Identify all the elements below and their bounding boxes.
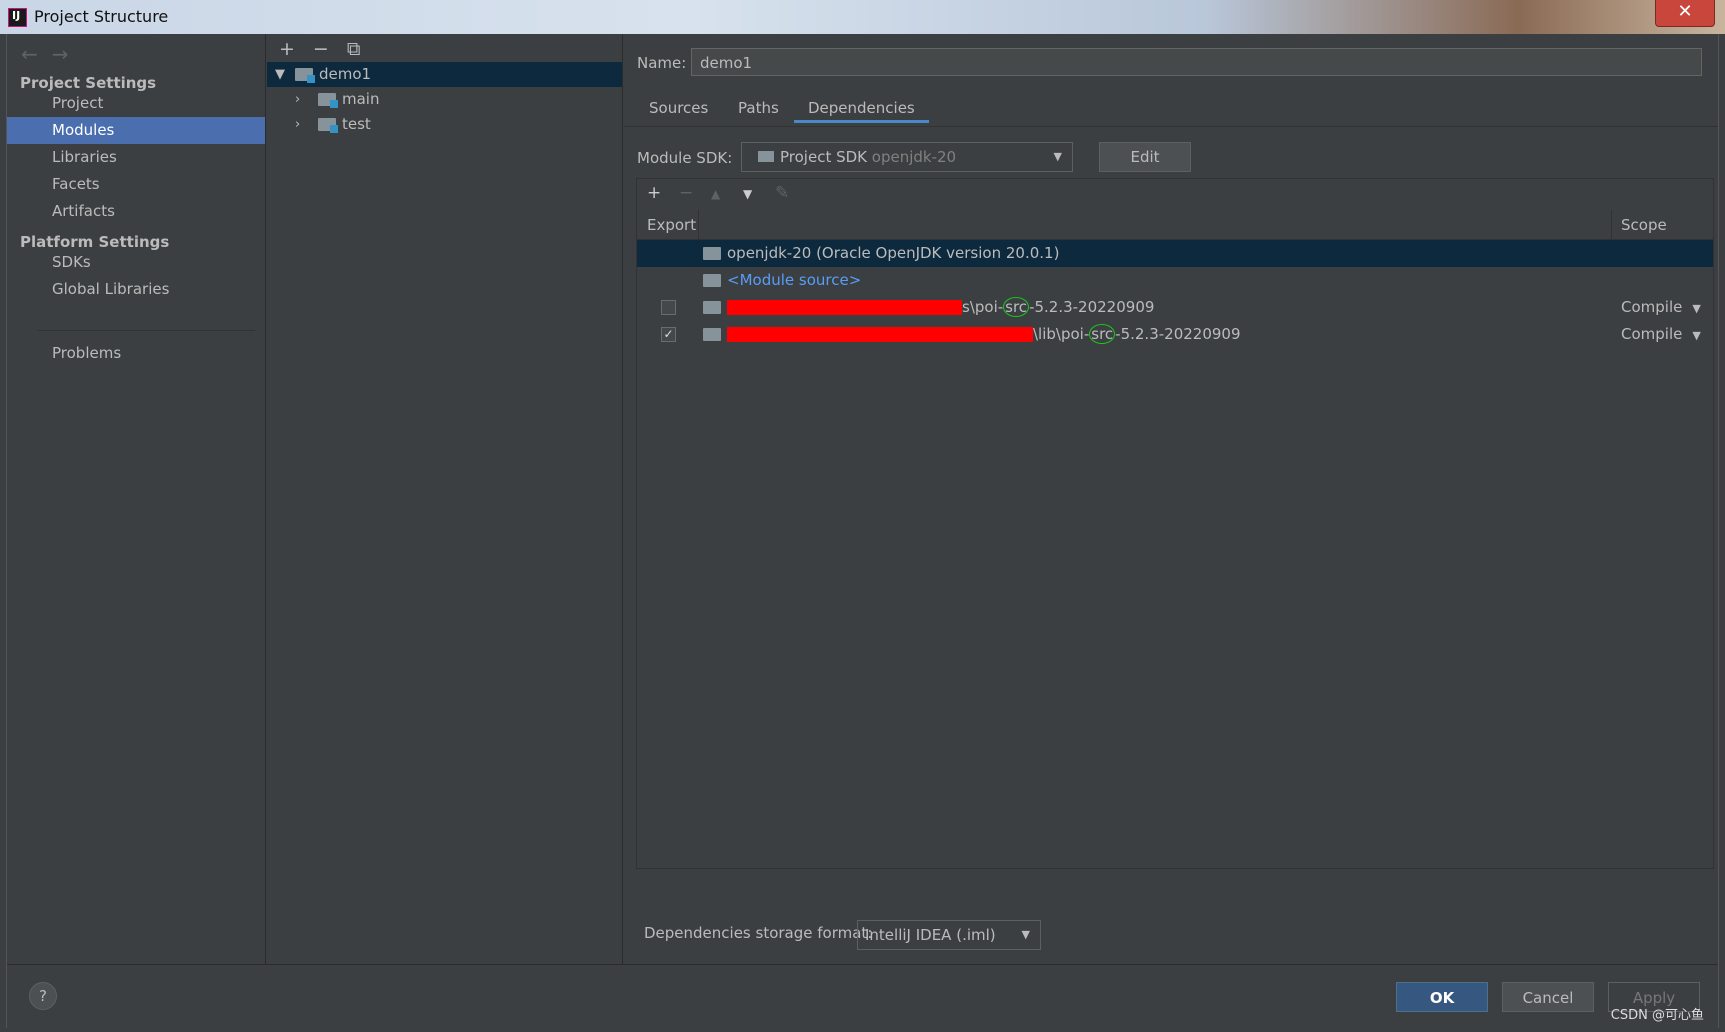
window-titlebar: IJ Project Structure ✕ [0, 0, 1725, 34]
nav-arrows: ←→ [21, 42, 83, 66]
redaction-mark [727, 300, 962, 315]
copy-icon[interactable]: ⧉ [347, 38, 361, 60]
scope-column-header[interactable]: Scope [1621, 216, 1667, 234]
scope-select[interactable]: Compile ▼ [1621, 321, 1701, 349]
tab-sources[interactable]: Sources [649, 99, 708, 117]
module-name-input[interactable]: demo1 [691, 48, 1702, 76]
help-button[interactable]: ? [29, 982, 57, 1010]
module-source-folder-icon [703, 274, 721, 287]
scope-select[interactable]: Compile ▼ [1621, 294, 1701, 322]
dependency-row-module-source[interactable]: <Module source> [637, 267, 1713, 294]
source-folder-icon [318, 93, 338, 108]
tab-paths[interactable]: Paths [738, 99, 779, 117]
tree-node-label: demo1 [319, 65, 372, 83]
dependency-label: s\poi-src -5.2.3-20220909 [727, 294, 1154, 321]
sidebar-item-modules[interactable]: Modules [7, 117, 265, 144]
ok-button[interactable]: OK [1396, 982, 1488, 1012]
remove-module-button[interactable]: − [313, 38, 329, 60]
deps-header: Export Scope [637, 210, 1713, 240]
column-divider [1611, 210, 1612, 239]
annotation-circle: src [1003, 297, 1030, 317]
sidebar-item-global-libraries[interactable]: Global Libraries [7, 276, 265, 303]
module-sdk-select[interactable]: Project SDK openjdk-20 ▼ [741, 142, 1073, 172]
dependency-row-library[interactable]: ✓ \lib\poi-src -5.2.3-20220909 Compile ▼ [637, 321, 1713, 348]
sidebar-item-problems[interactable]: Problems [7, 340, 265, 367]
dialog-frame: ←→ Project Settings Project Modules Libr… [6, 34, 1719, 1029]
sdk-value: Project SDK [780, 148, 867, 166]
sidebar-divider [37, 330, 255, 331]
chevron-down-icon[interactable]: ▼ [275, 62, 285, 87]
settings-sidebar: ←→ Project Settings Project Modules Libr… [7, 34, 266, 964]
dialog-footer: ? OK Cancel Apply CSDN @可心鱼 [7, 964, 1718, 1029]
sidebar-item-facets[interactable]: Facets [7, 171, 265, 198]
tree-node-label: main [342, 90, 380, 108]
export-checkbox[interactable] [661, 300, 676, 315]
dependency-row-library[interactable]: s\poi-src -5.2.3-20220909 Compile ▼ [637, 294, 1713, 321]
storage-format-label: Dependencies storage format: [644, 924, 873, 942]
sdk-folder-icon [758, 151, 774, 162]
pencil-icon[interactable]: ✎ [775, 183, 789, 203]
tab-dependencies[interactable]: Dependencies [794, 99, 929, 123]
tree-toolbar: + − ⧉ [279, 38, 378, 60]
module-folder-icon [295, 68, 315, 83]
module-sdk-label: Module SDK: [637, 149, 733, 167]
chevron-down-icon: ▼ [1053, 150, 1062, 163]
module-tree-panel: + − ⧉ ▼ demo1 › main › test [267, 34, 623, 964]
remove-dependency-button[interactable]: − [679, 183, 693, 203]
intellij-logo-icon: IJ [8, 8, 27, 27]
export-checkbox[interactable]: ✓ [661, 327, 676, 342]
move-up-button[interactable]: ▲ [711, 187, 720, 201]
sidebar-item-sdks[interactable]: SDKs [7, 249, 265, 276]
module-tabs: Sources Paths Dependencies [624, 96, 1718, 127]
tree-node-test[interactable]: › test [267, 112, 622, 137]
export-column-header[interactable]: Export [647, 216, 696, 234]
library-folder-icon [703, 301, 721, 314]
module-detail-panel: Name: demo1 Sources Paths Dependencies M… [624, 34, 1718, 964]
sidebar-item-libraries[interactable]: Libraries [7, 144, 265, 171]
annotation-circle: src [1089, 324, 1116, 344]
dependency-label: <Module source> [727, 271, 862, 289]
chevron-right-icon[interactable]: › [295, 112, 300, 137]
move-down-button[interactable]: ▼ [743, 187, 752, 201]
sidebar-item-artifacts[interactable]: Artifacts [7, 198, 265, 225]
dependency-label: openjdk-20 (Oracle OpenJDK version 20.0.… [727, 244, 1060, 262]
library-folder-icon [703, 328, 721, 341]
chevron-right-icon[interactable]: › [295, 87, 300, 112]
tree-node-label: test [342, 115, 371, 133]
redaction-mark [727, 327, 1033, 342]
dependency-label: \lib\poi-src -5.2.3-20220909 [727, 321, 1241, 348]
window-title: Project Structure [34, 7, 169, 26]
cancel-button[interactable]: Cancel [1502, 982, 1594, 1012]
dependency-row-sdk[interactable]: openjdk-20 (Oracle OpenJDK version 20.0.… [637, 240, 1713, 267]
add-dependency-button[interactable]: + [647, 183, 661, 203]
sdk-detail: openjdk-20 [871, 148, 957, 166]
chevron-down-icon: ▼ [1021, 928, 1030, 941]
sidebar-item-project[interactable]: Project [7, 90, 265, 117]
test-folder-icon [318, 118, 338, 133]
storage-format-select[interactable]: IntelliJ IDEA (.iml) ▼ [857, 920, 1041, 950]
tree-node-main[interactable]: › main [267, 87, 622, 112]
watermark: CSDN @可心鱼 [1610, 1008, 1704, 1023]
column-divider [698, 210, 699, 239]
name-label: Name: [637, 54, 687, 72]
tree-node-demo1[interactable]: ▼ demo1 [267, 62, 622, 87]
add-module-button[interactable]: + [279, 38, 295, 60]
forward-arrow-icon[interactable]: → [52, 42, 83, 66]
chevron-down-icon: ▼ [1692, 302, 1701, 315]
sdk-folder-icon [703, 247, 721, 260]
deps-toolbar: + − ▲ ▼ ✎ [637, 179, 1713, 211]
close-window-button[interactable]: ✕ [1655, 0, 1715, 27]
edit-sdk-button[interactable]: Edit [1099, 142, 1191, 172]
chevron-down-icon: ▼ [1692, 329, 1701, 342]
dependencies-table: + − ▲ ▼ ✎ Export Scope openjdk-20 (Oracl… [636, 178, 1714, 869]
back-arrow-icon[interactable]: ← [21, 42, 52, 66]
